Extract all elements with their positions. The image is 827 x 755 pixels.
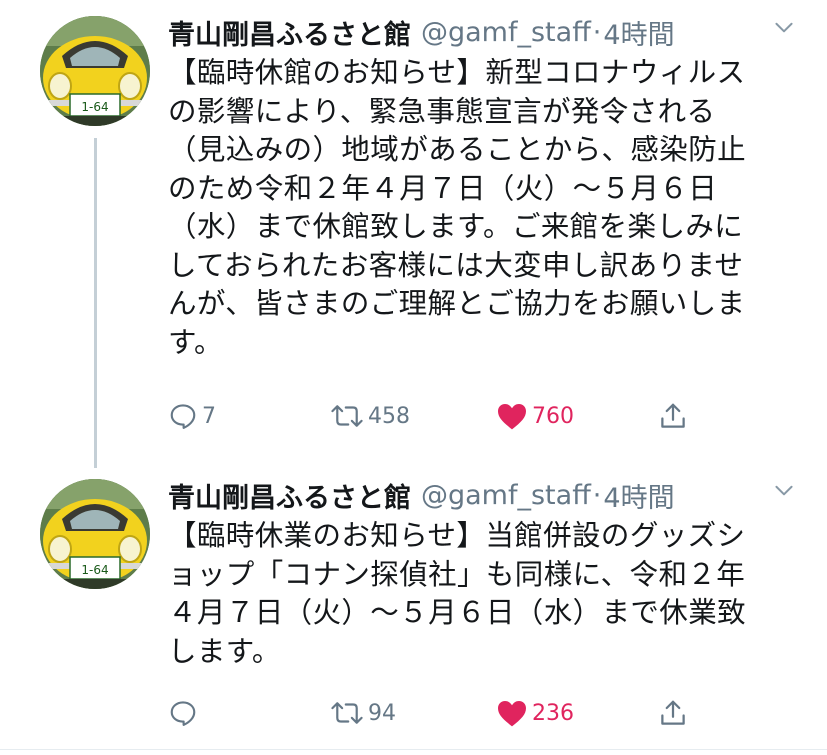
tweet-actions: 7 458 760: [168, 398, 728, 434]
reply-button[interactable]: [168, 695, 202, 731]
author-handle[interactable]: @gamf_staff: [421, 480, 591, 511]
avatar-image: 1-64: [40, 479, 150, 589]
share-icon: [661, 700, 685, 725]
tweet-text-line: の影響により、緊急事態宣言が発令される: [168, 94, 716, 128]
tweet-text-line: ４月７日（火）～５月６日（水）まで休業致: [168, 596, 747, 629]
tweet[interactable]: 1-64 青山剛昌ふるさと館 @gamf_staff · 4時間 【臨時休館のお…: [0, 0, 827, 460]
reply-icon: [170, 701, 196, 726]
tweet-text-line: します。: [168, 634, 281, 668]
retweet-icon: [331, 702, 363, 724]
avatar-plate-text: 1-64: [81, 563, 108, 577]
author-handle[interactable]: @gamf_staff: [421, 17, 591, 48]
tweet-text: 【臨時休館のお知らせ】新型コロナウィルス の影響により、緊急事態宣言が発令される…: [168, 54, 788, 362]
tweet-text-line: しておられたお客様には大変申し訳ありませ: [168, 248, 744, 282]
share-icon: [661, 403, 685, 428]
author-name[interactable]: 青山剛昌ふるさと館: [168, 13, 411, 52]
like-count: 236: [532, 700, 574, 726]
tweet-text-line: （水）まで休館致します。ご来館を楽しみに: [168, 210, 744, 243]
tweet-header: 青山剛昌ふるさと館 @gamf_staff · 4時間: [168, 473, 807, 517]
tweet-text-line: す。: [168, 325, 223, 359]
divider: [0, 749, 827, 750]
tweet-text-line: のため令和２年４月７日（火）～５月６日: [168, 171, 718, 205]
tweet-text-line: ョップ「コナン探偵社」も同様に、令和２年: [168, 557, 746, 591]
retweet-count: 94: [368, 700, 396, 726]
retweet-button[interactable]: 458: [330, 398, 410, 434]
share-button[interactable]: [658, 695, 688, 731]
reply-button[interactable]: 7: [168, 398, 216, 434]
avatar[interactable]: 1-64: [40, 16, 150, 126]
separator-dot: ·: [592, 16, 602, 48]
tweet-text-line: んが、皆さまのご理解とご協力をお願いしま: [168, 287, 746, 320]
author-name[interactable]: 青山剛昌ふるさと館: [168, 476, 411, 515]
avatar-image: 1-64: [40, 16, 150, 126]
heart-icon: [498, 701, 526, 727]
retweet-icon: [331, 405, 363, 427]
tweet-timestamp[interactable]: 4時間: [603, 13, 674, 52]
share-button[interactable]: [658, 398, 688, 434]
chevron-down-icon[interactable]: [771, 477, 797, 503]
retweet-button[interactable]: 94: [330, 695, 396, 731]
heart-icon: [498, 404, 526, 430]
chevron-down-icon[interactable]: [771, 14, 797, 40]
tweet-text: 【臨時休業のお知らせ】当館併設のグッズシ ョップ「コナン探偵社」も同様に、令和２…: [168, 517, 788, 671]
tweet-timestamp[interactable]: 4時間: [603, 476, 674, 515]
reply-icon: [170, 404, 196, 429]
reply-count: 7: [202, 403, 216, 429]
tweet-text-line: 【臨時休業のお知らせ】当館併設のグッズシ: [168, 519, 746, 552]
avatar-plate-text: 1-64: [81, 100, 108, 114]
tweet-actions: 94 236: [168, 695, 728, 731]
tweet-text-line: （見込みの）地域があることから、感染防止: [168, 133, 747, 166]
retweet-count: 458: [368, 403, 410, 429]
like-count: 760: [532, 403, 574, 429]
avatar[interactable]: 1-64: [40, 479, 150, 589]
separator-dot: ·: [592, 479, 602, 511]
like-button[interactable]: 760: [496, 398, 574, 434]
tweet[interactable]: 1-64 青山剛昌ふるさと館 @gamf_staff · 4時間 【臨時休業のお…: [0, 463, 827, 755]
tweet-header: 青山剛昌ふるさと館 @gamf_staff · 4時間: [168, 10, 807, 54]
like-button[interactable]: 236: [496, 695, 574, 731]
tweet-text-line: 【臨時休館のお知らせ】新型コロナウィルス: [168, 56, 746, 89]
